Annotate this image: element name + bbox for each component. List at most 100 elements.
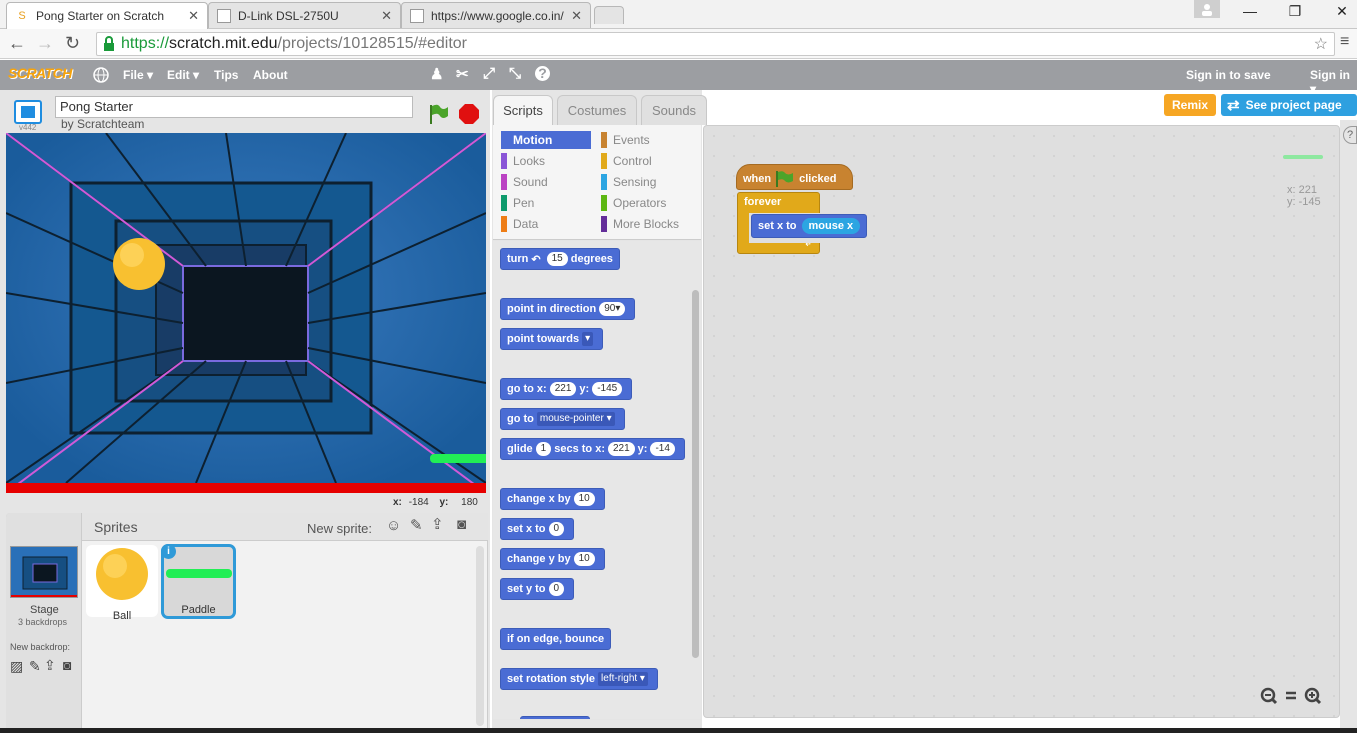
palette-scrollbar[interactable] xyxy=(692,290,699,658)
block-input[interactable]: 15 xyxy=(546,252,568,266)
new-tab-button[interactable] xyxy=(594,6,624,24)
script-set-x[interactable]: set x to mouse x xyxy=(751,214,868,238)
menu-tips[interactable]: Tips xyxy=(214,68,238,82)
block-input[interactable]: 221 xyxy=(549,382,577,396)
block-input[interactable]: 1 xyxy=(535,442,552,456)
block-input[interactable]: 90▾ xyxy=(599,302,626,316)
menu-icon[interactable]: ≡ xyxy=(1340,33,1349,51)
sign-in-menu[interactable]: Sign in ▾ xyxy=(1310,68,1357,96)
block-dropdown[interactable]: mouse-pointer ▾ xyxy=(536,412,615,426)
zoom-reset-icon[interactable] xyxy=(1286,691,1296,700)
tab-dlink[interactable]: D-Link DSL-2750U ✕ xyxy=(208,2,401,28)
block-set-x[interactable]: set x to 0 xyxy=(500,518,575,540)
block-input[interactable]: 0 xyxy=(548,522,565,536)
block-go-to-xy[interactable]: go to x: 221 y: -145 xyxy=(500,378,633,400)
tab-costumes[interactable]: Costumes xyxy=(557,95,637,125)
stop-icon[interactable] xyxy=(458,103,480,125)
block-input[interactable]: 10 xyxy=(573,492,595,506)
project-title-input[interactable]: Pong Starter xyxy=(55,96,413,118)
block-input[interactable]: 10 xyxy=(573,552,595,566)
sprites-scrollbar[interactable] xyxy=(476,546,484,726)
block-input[interactable]: -14 xyxy=(650,442,675,456)
category-looks[interactable]: Looks xyxy=(501,152,545,170)
block-partial[interactable] xyxy=(520,716,590,719)
shrink-icon[interactable]: ⤡ xyxy=(509,65,521,82)
tips-help-icon[interactable]: ? xyxy=(1343,126,1357,144)
block-point-towards[interactable]: point towards ▾ xyxy=(500,328,604,350)
close-icon[interactable]: ✕ xyxy=(188,8,199,24)
stage-canvas[interactable] xyxy=(6,133,486,493)
block-go-to[interactable]: go to mouse-pointer ▾ xyxy=(500,408,625,430)
category-operators[interactable]: Operators xyxy=(601,194,666,212)
tab-pong-starter[interactable]: S Pong Starter on Scratch ✕ xyxy=(6,2,208,29)
backdrop-camera-icon[interactable]: ◙ xyxy=(63,657,71,673)
globe-icon[interactable] xyxy=(93,67,109,83)
block-rotation-style[interactable]: set rotation style left-right ▾ xyxy=(500,668,658,690)
menu-file[interactable]: File ▾ xyxy=(123,68,153,82)
category-more-blocks[interactable]: More Blocks xyxy=(601,215,679,233)
back-icon[interactable]: ← xyxy=(8,33,26,54)
window-close-icon[interactable]: ✕ xyxy=(1327,3,1357,20)
restore-icon[interactable]: ❐ xyxy=(1280,3,1310,20)
block-glide[interactable]: glide 1 secs to x: 221 y: -14 xyxy=(500,438,685,460)
block-turn[interactable]: turn ↶ 15 degrees xyxy=(500,248,620,270)
block-point-in-direction[interactable]: point in direction 90▾ xyxy=(500,298,636,320)
category-sound[interactable]: Sound xyxy=(501,173,548,191)
block-input[interactable]: -145 xyxy=(592,382,623,396)
block-bounce[interactable]: if on edge, bounce xyxy=(500,628,612,650)
reload-icon[interactable]: ↻ xyxy=(65,33,80,54)
sprite-library-icon[interactable]: ☺ xyxy=(386,517,401,534)
url-field[interactable]: https:// scratch.mit.edu /projects/10128… xyxy=(96,32,1335,56)
block-dropdown[interactable]: ▾ xyxy=(582,332,594,346)
tab-scripts[interactable]: Scripts xyxy=(493,95,553,125)
see-project-page-button[interactable]: ⇄ See project page xyxy=(1221,94,1357,116)
paint-brush-icon[interactable]: ✎ xyxy=(410,516,423,534)
upload-icon[interactable]: ⇪ xyxy=(431,515,444,533)
backdrop-upload-icon[interactable]: ⇪ xyxy=(44,657,56,674)
block-dropdown[interactable]: left-right ▾ xyxy=(598,672,648,686)
category-label: Looks xyxy=(513,154,546,168)
block-set-y[interactable]: set y to 0 xyxy=(500,578,575,600)
backdrop-library-icon[interactable]: ▨ xyxy=(10,658,23,675)
info-icon[interactable]: i xyxy=(161,544,176,559)
zoom-in-icon[interactable] xyxy=(1304,687,1322,705)
backdrop-paint-icon[interactable]: ✎ xyxy=(29,658,41,675)
scratch-logo[interactable]: SCRATCH xyxy=(8,65,72,81)
category-color-swatch xyxy=(601,195,607,211)
category-motion[interactable]: Motion xyxy=(501,131,591,149)
sign-in-to-save[interactable]: Sign in to save xyxy=(1186,68,1271,82)
block-change-x[interactable]: change x by 10 xyxy=(500,488,605,510)
menu-edit[interactable]: Edit ▾ xyxy=(167,68,199,82)
cut-icon[interactable]: ✂ xyxy=(456,65,469,83)
menu-about[interactable]: About xyxy=(253,68,288,82)
mouse-x-reporter[interactable]: mouse x xyxy=(801,218,861,234)
bookmark-star-icon[interactable]: ☆ xyxy=(1314,34,1328,54)
help-icon[interactable]: ? xyxy=(535,66,550,81)
green-flag-icon[interactable] xyxy=(427,103,449,125)
duplicate-icon[interactable]: ♟ xyxy=(430,65,443,83)
category-control[interactable]: Control xyxy=(601,152,652,170)
fullscreen-icon[interactable] xyxy=(14,100,42,124)
zoom-out-icon[interactable] xyxy=(1260,687,1278,705)
block-input[interactable]: 0 xyxy=(548,582,565,596)
block-change-y[interactable]: change y by 10 xyxy=(500,548,605,570)
remix-button[interactable]: Remix xyxy=(1164,94,1216,116)
tab-sounds[interactable]: Sounds xyxy=(641,95,707,125)
category-sensing[interactable]: Sensing xyxy=(601,173,656,191)
sprite-ball[interactable]: Ball xyxy=(86,545,158,622)
category-data[interactable]: Data xyxy=(501,215,538,233)
script-when-flag-clicked[interactable]: when clicked xyxy=(736,164,853,190)
forward-icon[interactable]: → xyxy=(36,33,54,54)
tab-title: Pong Starter on Scratch xyxy=(36,9,165,23)
grow-icon[interactable]: ⤢ xyxy=(483,65,495,82)
minimize-icon[interactable]: — xyxy=(1235,3,1265,19)
category-events[interactable]: Events xyxy=(601,131,650,149)
category-pen[interactable]: Pen xyxy=(501,194,534,212)
tab-google[interactable]: https://www.google.co.in/ ✕ xyxy=(401,2,591,28)
close-icon[interactable]: ✕ xyxy=(571,8,582,24)
block-input[interactable]: 221 xyxy=(607,442,635,456)
stage-thumbnail[interactable] xyxy=(10,546,78,598)
camera-icon[interactable]: ◙ xyxy=(457,516,466,533)
close-icon[interactable]: ✕ xyxy=(381,8,392,24)
profile-icon[interactable] xyxy=(1194,0,1220,18)
